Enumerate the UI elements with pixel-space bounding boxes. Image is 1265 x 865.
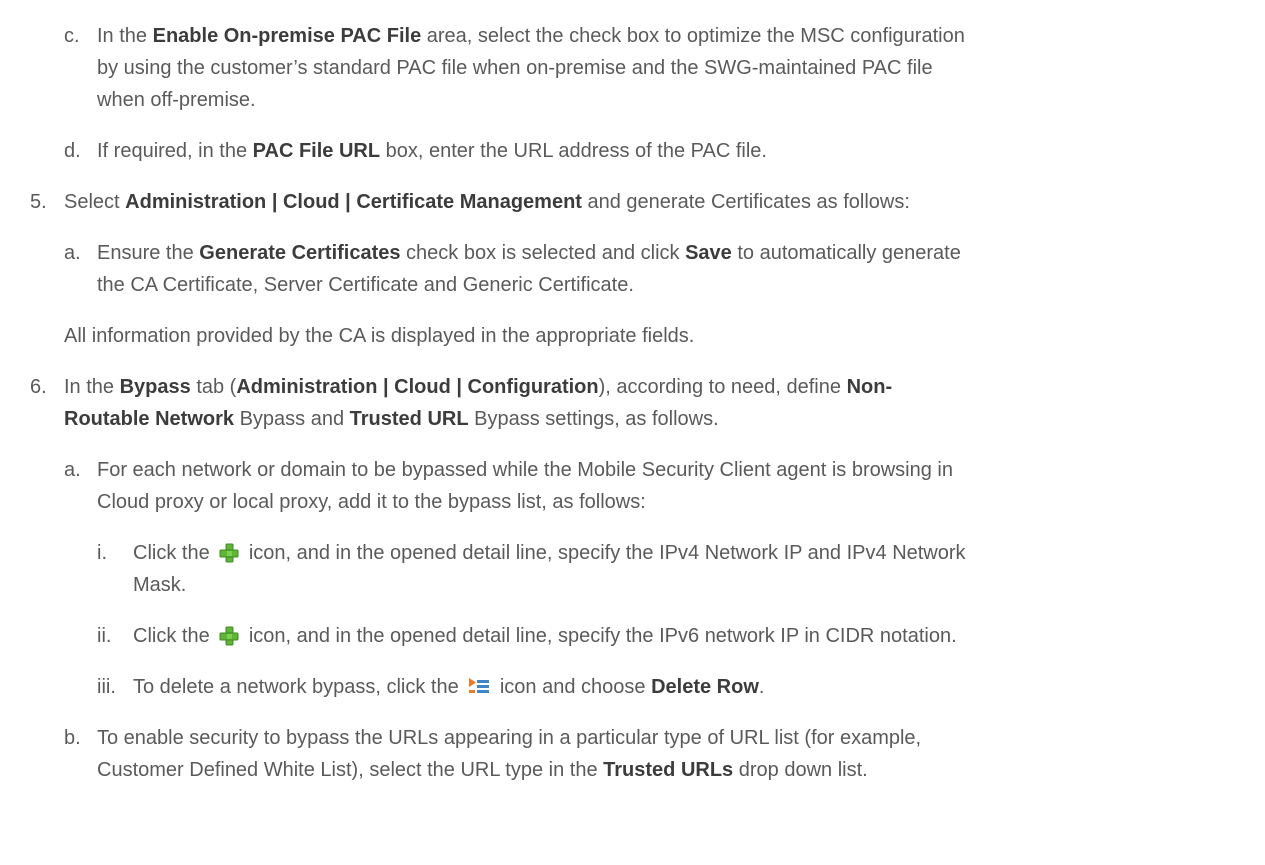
bold-generate-certificates: Generate Certificates (199, 242, 401, 264)
bold-bypass: Bypass (119, 376, 191, 398)
step-6b-line-1: To enable security to bypass the URLs ap… (97, 727, 922, 749)
bold-delete-row: Delete Row (651, 676, 759, 698)
bold-trusted-urls: Trusted URLs (603, 759, 734, 781)
step-6-line-2: Routable Network Bypass and Trusted URL … (64, 408, 719, 430)
step-6a-ii-line: Click the icon, and in the opened detail… (133, 620, 957, 656)
row-menu-icon (468, 675, 490, 707)
list-marker-6b: b. (64, 727, 81, 749)
step-marker-6: 6. (30, 376, 47, 398)
bold-non: Non- (846, 376, 893, 398)
item-c-line-1: In the Enable On-premise PAC File area, … (97, 25, 965, 47)
step-5a-line-2: the CA Certificate, Server Certificate a… (97, 274, 634, 296)
step-5-line: Select Administration | Cloud | Certific… (64, 191, 910, 213)
step-6a-line-1: For each network or domain to be bypasse… (97, 459, 953, 481)
list-marker-6a: a. (64, 459, 81, 481)
item-c-line-2: by using the customer’s standard PAC fil… (97, 57, 933, 79)
bold-enable-on-premise-pac-file: Enable On-premise PAC File (152, 25, 422, 47)
step-6a-i-line-2: Mask. (133, 574, 187, 596)
step-5a-line-1: Ensure the Generate Certificates check b… (97, 242, 961, 264)
plus-icon (219, 624, 239, 656)
item-d-line: If required, in the PAC File URL box, en… (97, 140, 767, 162)
bold-routable-network: Routable Network (64, 408, 235, 430)
bold-certificate-management-path: Administration | Cloud | Certificate Man… (125, 191, 582, 213)
list-marker-i: i. (97, 542, 107, 564)
list-marker-d: d. (64, 140, 81, 162)
bold-save: Save (685, 242, 732, 264)
step-6-line-1: In the Bypass tab (Administration | Clou… (64, 376, 893, 398)
list-marker-iii: iii. (97, 676, 116, 698)
plus-icon (219, 541, 239, 573)
step-6a-iii-line: To delete a network bypass, click the ic… (133, 671, 764, 707)
step-6a-i-line-1: Click the icon, and in the opened detail… (133, 537, 966, 573)
step-5-note: All information provided by the CA is di… (64, 325, 695, 347)
list-marker-ii: ii. (97, 625, 112, 647)
list-marker-c: c. (64, 25, 80, 47)
bold-configuration-path: Administration | Cloud | Configuration (236, 376, 599, 398)
step-6b-line-2: Customer Defined White List), select the… (97, 759, 868, 781)
list-marker-5a: a. (64, 242, 81, 264)
step-marker-5: 5. (30, 191, 47, 213)
bold-trusted-url: Trusted URL (349, 408, 469, 430)
document-page: c. In the Enable On-premise PAC File are… (0, 0, 1265, 865)
bold-pac-file-url: PAC File URL (252, 140, 381, 162)
item-c-line-3: when off-premise. (97, 89, 256, 111)
step-6a-line-2: Cloud proxy or local proxy, add it to th… (97, 491, 646, 513)
